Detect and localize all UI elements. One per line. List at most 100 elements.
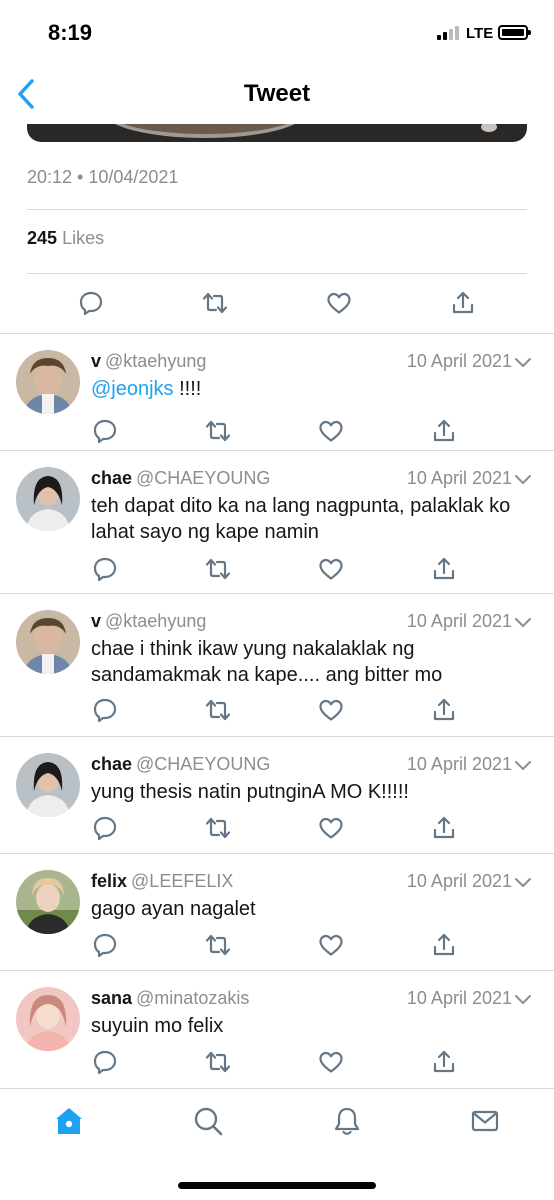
retweet-button[interactable] xyxy=(201,289,229,317)
tweet-timestamp: 20:12 • 10/04/2021 xyxy=(27,167,179,187)
reply-author-handle[interactable]: @CHAEYOUNG xyxy=(136,754,270,774)
notifications-icon xyxy=(334,1107,360,1135)
retweet-button[interactable] xyxy=(204,814,232,842)
retweet-icon xyxy=(205,420,231,442)
reply-date: 10 April 2021 xyxy=(406,468,512,488)
reply-item[interactable]: felix @LEEFELIX 10 April 2021 gago ayan n… xyxy=(0,854,554,971)
share-button[interactable] xyxy=(430,696,458,724)
share-icon xyxy=(433,933,455,956)
tab-notifications[interactable] xyxy=(331,1105,363,1137)
reply-item[interactable]: v @ktaehyung 10 April 2021 @jeonjks !!!! xyxy=(0,334,554,451)
like-button[interactable] xyxy=(317,555,345,583)
reply-button[interactable] xyxy=(91,814,119,842)
reply-button[interactable] xyxy=(77,289,105,317)
reply-actions xyxy=(91,555,461,583)
like-button[interactable] xyxy=(317,1048,345,1076)
share-icon xyxy=(433,419,455,442)
search-icon xyxy=(194,1107,223,1136)
tab-home[interactable] xyxy=(53,1105,85,1137)
like-button[interactable] xyxy=(317,696,345,724)
status-bar: 8:19 LTE xyxy=(0,0,554,62)
network-label: LTE xyxy=(466,25,494,42)
reply-item[interactable]: chae @CHAEYOUNG 10 April 2021 yung thesis… xyxy=(0,737,554,854)
like-button[interactable] xyxy=(325,289,353,317)
reply-actions xyxy=(91,417,461,445)
avatar[interactable] xyxy=(16,987,80,1051)
share-button[interactable] xyxy=(430,814,458,842)
avatar[interactable] xyxy=(16,350,80,414)
reply-author-name[interactable]: v xyxy=(91,611,101,631)
reply-date: 10 April 2021 xyxy=(406,988,512,1008)
chevron-down-icon[interactable] xyxy=(514,756,532,774)
reply-author-handle[interactable]: @ktaehyung xyxy=(105,611,206,631)
reply-author-handle[interactable]: @CHAEYOUNG xyxy=(136,468,270,488)
retweet-button[interactable] xyxy=(204,1048,232,1076)
chevron-down-icon[interactable] xyxy=(514,873,532,891)
reply-actions xyxy=(91,931,461,959)
reply-button[interactable] xyxy=(91,696,119,724)
avatar[interactable] xyxy=(16,870,80,934)
share-button[interactable] xyxy=(430,417,458,445)
heart-icon xyxy=(319,1051,343,1073)
heart-icon xyxy=(319,817,343,839)
avatar[interactable] xyxy=(16,467,80,531)
reply-author-name[interactable]: sana xyxy=(91,988,132,1008)
retweet-button[interactable] xyxy=(204,555,232,583)
divider xyxy=(27,273,527,274)
share-icon xyxy=(433,557,455,580)
retweet-icon xyxy=(205,934,231,956)
heart-icon xyxy=(319,934,343,956)
reply-item[interactable]: sana @minatozakis 10 April 2021 suyuin mo… xyxy=(0,971,554,1088)
mention-link[interactable]: @jeonjks xyxy=(91,378,174,400)
divider xyxy=(27,209,527,210)
chevron-down-icon[interactable] xyxy=(514,613,532,631)
reply-icon xyxy=(93,698,117,723)
reply-date: 10 April 2021 xyxy=(406,754,512,774)
status-time: 8:19 xyxy=(48,20,93,45)
share-button[interactable] xyxy=(449,289,477,317)
reply-author-handle[interactable]: @ktaehyung xyxy=(105,351,206,371)
retweet-button[interactable] xyxy=(204,417,232,445)
share-icon xyxy=(433,698,455,721)
like-button[interactable] xyxy=(317,417,345,445)
retweet-icon xyxy=(205,558,231,580)
chevron-down-icon[interactable] xyxy=(514,990,532,1008)
retweet-button[interactable] xyxy=(204,931,232,959)
reply-item[interactable]: v @ktaehyung 10 April 2021 chae i think i… xyxy=(0,594,554,736)
reply-button[interactable] xyxy=(91,555,119,583)
reply-button[interactable] xyxy=(91,417,119,445)
share-button[interactable] xyxy=(430,555,458,583)
chevron-down-icon[interactable] xyxy=(514,353,532,371)
reply-author-name[interactable]: chae xyxy=(91,468,132,488)
reply-author-handle[interactable]: @LEEFELIX xyxy=(131,871,233,891)
heart-icon xyxy=(319,420,343,442)
share-button[interactable] xyxy=(430,1048,458,1076)
chevron-down-icon[interactable] xyxy=(514,470,532,488)
messages-icon xyxy=(471,1110,499,1132)
signal-icon xyxy=(437,26,461,40)
reply-author-name[interactable]: v xyxy=(91,351,101,371)
home-indicator xyxy=(178,1182,376,1189)
reply-date: 10 April 2021 xyxy=(406,611,512,631)
reply-button[interactable] xyxy=(91,931,119,959)
share-button[interactable] xyxy=(430,931,458,959)
tab-messages[interactable] xyxy=(469,1105,501,1137)
reply-item[interactable]: chae @CHAEYOUNG 10 April 2021 teh dapat d… xyxy=(0,451,554,593)
share-icon xyxy=(433,816,455,839)
reply-author-handle[interactable]: @minatozakis xyxy=(136,988,249,1008)
retweet-button[interactable] xyxy=(204,696,232,724)
avatar[interactable] xyxy=(16,610,80,674)
reply-author-name[interactable]: chae xyxy=(91,754,132,774)
like-button[interactable] xyxy=(317,814,345,842)
retweet-icon xyxy=(205,1051,231,1073)
tab-search[interactable] xyxy=(192,1105,224,1137)
avatar[interactable] xyxy=(16,753,80,817)
likes-link[interactable]: 245 Likes xyxy=(27,228,104,249)
share-icon xyxy=(433,1050,455,1073)
retweet-icon xyxy=(202,292,228,314)
reply-text: teh dapat dito ka na lang nagpunta, pala… xyxy=(91,495,511,543)
reply-actions xyxy=(91,814,461,842)
like-button[interactable] xyxy=(317,931,345,959)
reply-author-name[interactable]: felix xyxy=(91,871,127,891)
reply-button[interactable] xyxy=(91,1048,119,1076)
